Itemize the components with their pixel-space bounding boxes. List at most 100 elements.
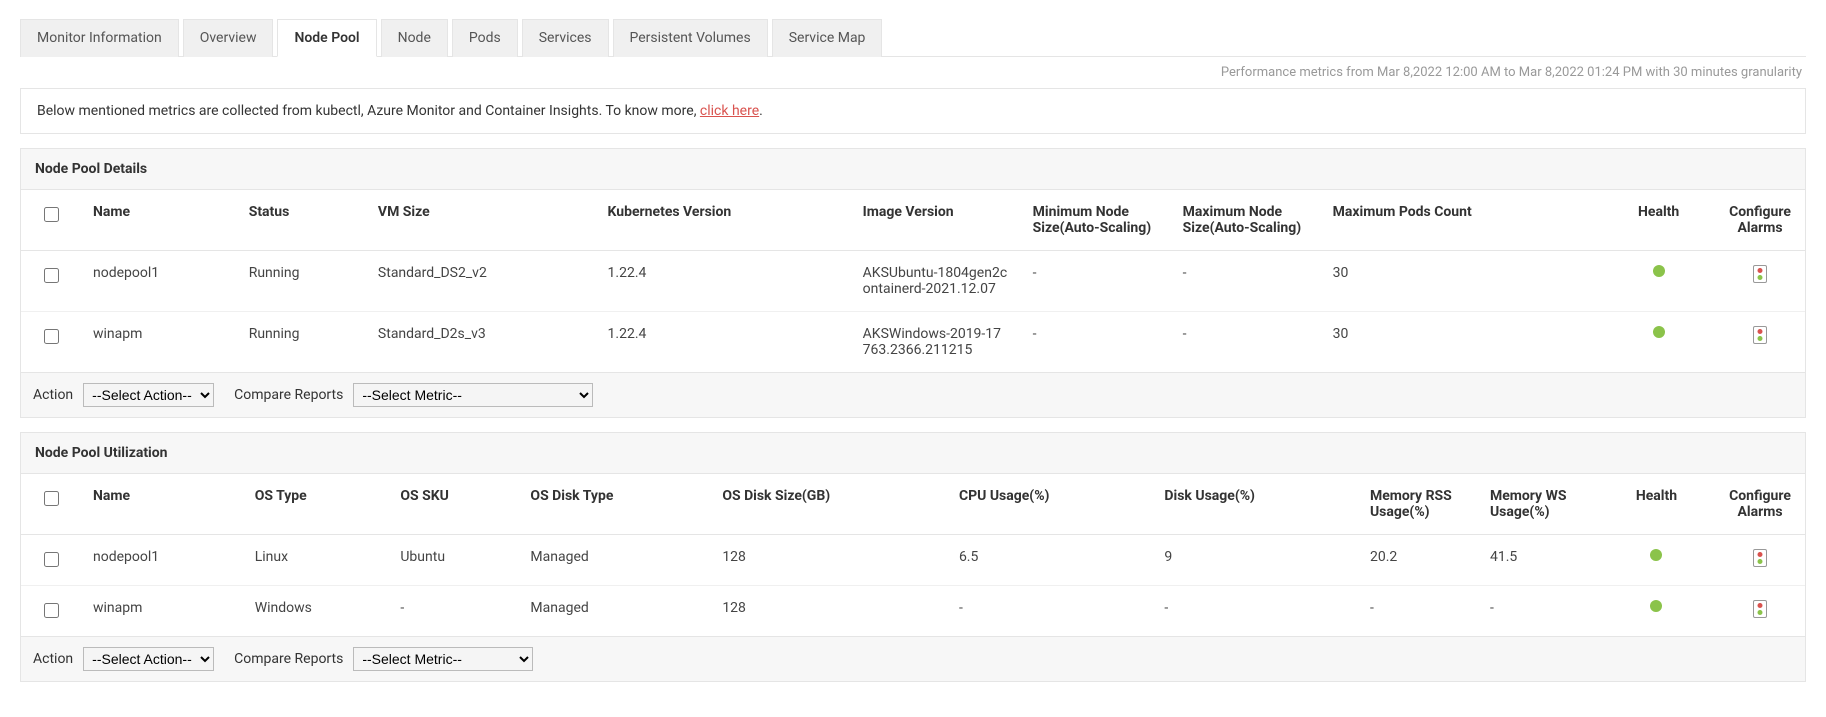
tab-pods[interactable]: Pods <box>452 19 518 57</box>
cell-os-sku: - <box>388 586 518 637</box>
panel-footer: Action --Select Action-- Compare Reports… <box>21 372 1805 417</box>
panel-title: Node Pool Utilization <box>21 433 1805 474</box>
health-status-icon <box>1650 549 1662 561</box>
cell-name[interactable]: nodepool1 <box>81 535 243 586</box>
col-mem-rss[interactable]: Memory RSS Usage(%) <box>1358 474 1478 535</box>
panel-footer: Action --Select Action-- Compare Reports… <box>21 636 1805 681</box>
select-all-checkbox[interactable] <box>44 207 59 222</box>
info-bar: Below mentioned metrics are collected fr… <box>20 88 1806 134</box>
cell-image-version: AKSUbuntu-1804gen2containerd-2021.12.07 <box>851 251 1021 312</box>
tab-services[interactable]: Services <box>522 19 609 57</box>
cell-disk-usage: - <box>1152 586 1358 637</box>
col-k8s-version[interactable]: Kubernetes Version <box>596 190 851 251</box>
col-status[interactable]: Status <box>237 190 366 251</box>
cell-name[interactable]: winapm <box>81 312 237 373</box>
compare-reports-select[interactable]: --Select Metric-- <box>353 383 593 407</box>
node-pool-details-table: Name Status VM Size Kubernetes Version I… <box>21 190 1805 372</box>
performance-metrics-range: Performance metrics from Mar 8,2022 12:0… <box>20 57 1806 88</box>
col-configure-alarms[interactable]: Configure Alarms <box>1715 190 1805 251</box>
col-max-pods[interactable]: Maximum Pods Count <box>1321 190 1603 251</box>
click-here-link[interactable]: click here <box>700 103 759 119</box>
col-configure-alarms[interactable]: Configure Alarms <box>1715 474 1805 535</box>
col-image-version[interactable]: Image Version <box>851 190 1021 251</box>
tab-overview[interactable]: Overview <box>183 19 274 57</box>
col-disk-usage[interactable]: Disk Usage(%) <box>1152 474 1358 535</box>
health-status-icon <box>1653 326 1665 338</box>
col-name[interactable]: Name <box>81 474 243 535</box>
cell-disk-size: 128 <box>710 586 947 637</box>
tab-monitor-information[interactable]: Monitor Information <box>20 19 179 57</box>
col-cpu-usage[interactable]: CPU Usage(%) <box>947 474 1152 535</box>
col-min-node[interactable]: Minimum Node Size(Auto-Scaling) <box>1021 190 1171 251</box>
health-status-icon <box>1653 265 1665 277</box>
cell-min-node: - <box>1021 312 1171 373</box>
action-label: Action <box>33 387 73 403</box>
cell-max-pods: 30 <box>1321 312 1603 373</box>
table-row: winapmWindows-Managed128---- <box>21 586 1805 637</box>
cell-disk-type: Managed <box>518 535 710 586</box>
node-pool-details-panel: Node Pool Details Name Status VM Size Ku… <box>20 148 1806 418</box>
col-os-sku[interactable]: OS SKU <box>388 474 518 535</box>
action-select[interactable]: --Select Action-- <box>83 647 214 671</box>
row-checkbox[interactable] <box>44 603 59 618</box>
panel-title: Node Pool Details <box>21 149 1805 190</box>
col-health[interactable]: Health <box>1598 474 1715 535</box>
info-suffix: . <box>759 103 763 119</box>
cell-status: Running <box>237 251 366 312</box>
cell-os-type: Linux <box>243 535 389 586</box>
compare-reports-select[interactable]: --Select Metric-- <box>353 647 533 671</box>
tab-service-map[interactable]: Service Map <box>772 19 883 57</box>
cell-max-pods: 30 <box>1321 251 1603 312</box>
cell-mem-rss: 20.2 <box>1358 535 1478 586</box>
cell-max-node: - <box>1171 312 1321 373</box>
cell-cpu-usage: 6.5 <box>947 535 1152 586</box>
cell-k8s-version: 1.22.4 <box>596 251 851 312</box>
col-os-disk-size[interactable]: OS Disk Size(GB) <box>710 474 947 535</box>
cell-name[interactable]: winapm <box>81 586 243 637</box>
cell-max-node: - <box>1171 251 1321 312</box>
row-checkbox[interactable] <box>44 552 59 567</box>
node-pool-utilization-panel: Node Pool Utilization Name OS Type OS SK… <box>20 432 1806 682</box>
col-max-node[interactable]: Maximum Node Size(Auto-Scaling) <box>1171 190 1321 251</box>
action-select[interactable]: --Select Action-- <box>83 383 214 407</box>
tabs-bar: Monitor InformationOverviewNode PoolNode… <box>20 0 1806 57</box>
select-all-checkbox[interactable] <box>44 491 59 506</box>
tab-persistent-volumes[interactable]: Persistent Volumes <box>613 19 768 57</box>
cell-status: Running <box>237 312 366 373</box>
cell-os-sku: Ubuntu <box>388 535 518 586</box>
cell-image-version: AKSWindows-2019-17763.2366.211215 <box>851 312 1021 373</box>
col-os-type[interactable]: OS Type <box>243 474 389 535</box>
cell-name[interactable]: nodepool1 <box>81 251 237 312</box>
configure-alarm-icon[interactable] <box>1753 265 1767 283</box>
cell-mem-ws: 41.5 <box>1478 535 1598 586</box>
cell-disk-type: Managed <box>518 586 710 637</box>
cell-mem-rss: - <box>1358 586 1478 637</box>
tab-node[interactable]: Node <box>381 19 448 57</box>
configure-alarm-icon[interactable] <box>1753 600 1767 618</box>
col-name[interactable]: Name <box>81 190 237 251</box>
table-row: nodepool1RunningStandard_DS2_v21.22.4AKS… <box>21 251 1805 312</box>
col-health[interactable]: Health <box>1602 190 1715 251</box>
col-vm-size[interactable]: VM Size <box>366 190 596 251</box>
table-row: winapmRunningStandard_D2s_v31.22.4AKSWin… <box>21 312 1805 373</box>
health-status-icon <box>1650 600 1662 612</box>
cell-os-type: Windows <box>243 586 389 637</box>
cell-vm-size: Standard_DS2_v2 <box>366 251 596 312</box>
row-checkbox[interactable] <box>44 268 59 283</box>
col-mem-ws[interactable]: Memory WS Usage(%) <box>1478 474 1598 535</box>
cell-cpu-usage: - <box>947 586 1152 637</box>
cell-vm-size: Standard_D2s_v3 <box>366 312 596 373</box>
configure-alarm-icon[interactable] <box>1753 549 1767 567</box>
configure-alarm-icon[interactable] <box>1753 326 1767 344</box>
cell-mem-ws: - <box>1478 586 1598 637</box>
col-os-disk-type[interactable]: OS Disk Type <box>518 474 710 535</box>
row-checkbox[interactable] <box>44 329 59 344</box>
compare-reports-label: Compare Reports <box>234 387 343 403</box>
info-text: Below mentioned metrics are collected fr… <box>37 103 700 119</box>
cell-disk-usage: 9 <box>1152 535 1358 586</box>
table-row: nodepool1LinuxUbuntuManaged1286.5920.241… <box>21 535 1805 586</box>
action-label: Action <box>33 651 73 667</box>
tab-node-pool[interactable]: Node Pool <box>277 19 376 57</box>
cell-k8s-version: 1.22.4 <box>596 312 851 373</box>
node-pool-utilization-table: Name OS Type OS SKU OS Disk Type OS Disk… <box>21 474 1805 636</box>
